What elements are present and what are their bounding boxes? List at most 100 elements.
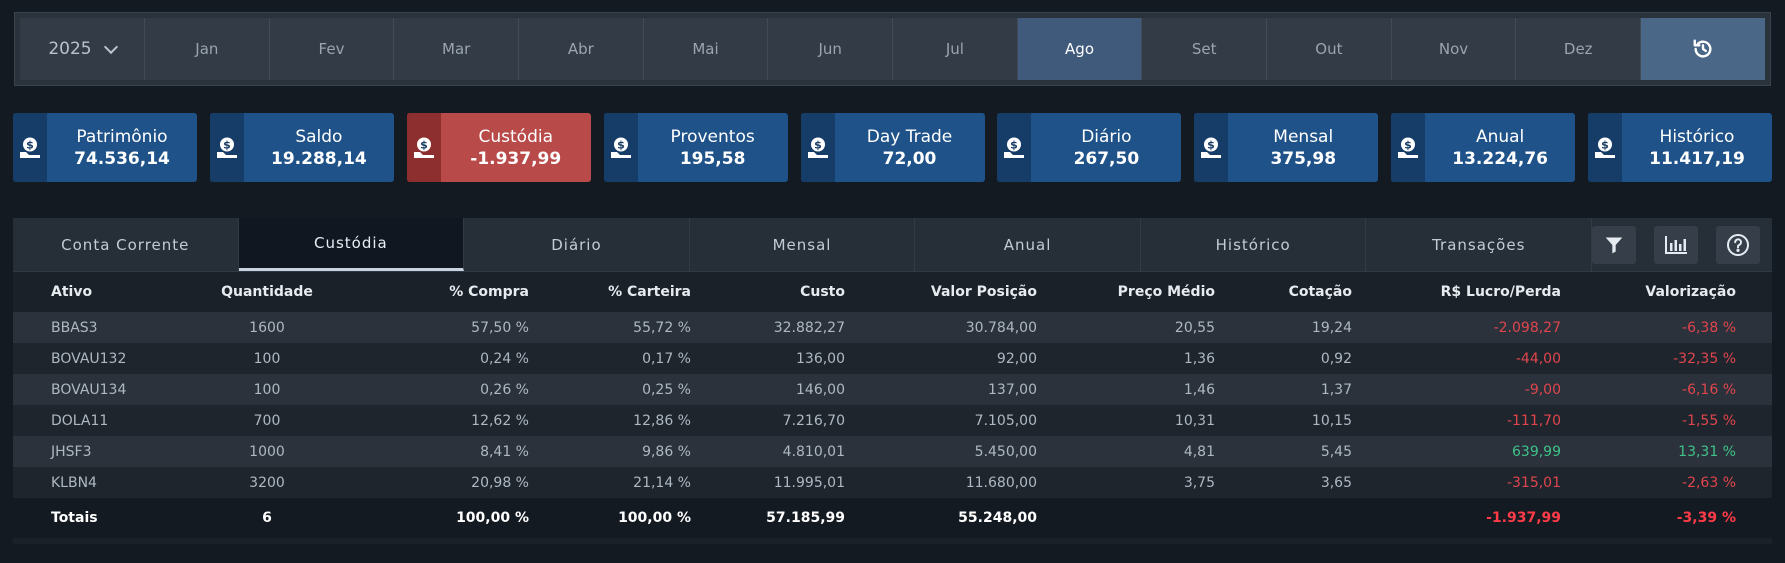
card-label: Custódia: [478, 126, 554, 147]
card-day-trade[interactable]: $ Day Trade 72,00: [800, 113, 985, 182]
positions-table: Ativo Quantidade% Compra% Carteira Custo Va…: [13, 272, 1772, 538]
column-header[interactable]: Quantidade: [201, 272, 333, 312]
period-selector: 2025 Jan Fev Mar Abr Mai Jun Jul Ago Set Out Nov De…: [14, 12, 1771, 86]
filter-button[interactable]: [1592, 225, 1637, 264]
table-row[interactable]: DOLA11 700 12,62 % 12,86 % 7.216,70 7.105,00 1…: [13, 405, 1772, 436]
column-header[interactable]: Cotação: [1215, 272, 1352, 312]
history-button[interactable]: [1641, 18, 1766, 80]
card-custodia[interactable]: $ Custódia -1.937,99: [406, 113, 591, 182]
column-header[interactable]: Valorização: [1561, 272, 1772, 312]
card-saldo[interactable]: $ Saldo 19.288,14: [209, 113, 394, 182]
tab-anual[interactable]: Anual: [915, 218, 1141, 271]
month-dez[interactable]: Dez: [1516, 18, 1642, 80]
column-header[interactable]: Ativo: [13, 272, 201, 312]
card-proventos[interactable]: $ Proventos 195,58: [603, 113, 788, 182]
month-set[interactable]: Set: [1142, 18, 1268, 80]
table-cell: 0,26 %: [333, 374, 529, 405]
totals-cell: [1037, 498, 1215, 538]
chevron-down-icon: [103, 39, 118, 55]
column-header[interactable]: Custo: [691, 272, 845, 312]
column-header[interactable]: % Carteira: [529, 272, 691, 312]
table-cell: 5.450,00: [845, 436, 1037, 467]
svg-text:$: $: [223, 138, 231, 151]
table-row[interactable]: BOVAU134 100 0,26 % 0,25 % 146,00 137,00 1,46 1…: [13, 374, 1772, 405]
tab-mensal[interactable]: Mensal: [690, 218, 916, 271]
tab-conta-corrente[interactable]: Conta Corrente: [13, 218, 239, 271]
card-value: 195,58: [679, 148, 746, 169]
card-diario[interactable]: $ Diário 267,50: [997, 113, 1182, 182]
chart-button[interactable]: [1654, 225, 1699, 264]
card-patrimonio[interactable]: $ Patrimônio 74.536,14: [13, 113, 197, 182]
table-cell: 7.216,70: [691, 405, 845, 436]
table-cell: 1,46: [1037, 374, 1215, 405]
month-out[interactable]: Out: [1267, 18, 1392, 80]
card-text: Day Trade 72,00: [835, 113, 985, 182]
table-cell: -2.098,27: [1352, 312, 1561, 343]
tab-transacoes[interactable]: Transações: [1366, 218, 1593, 271]
card-text: Histórico 11.417,19: [1622, 113, 1772, 182]
month-jun[interactable]: Jun: [768, 18, 894, 80]
tab-historico[interactable]: Histórico: [1141, 218, 1367, 271]
card-label: Histórico: [1659, 126, 1735, 147]
table-cell: BOVAU134: [13, 374, 201, 405]
totals-cell: 100,00 %: [529, 498, 691, 538]
table-cell: 4,81: [1037, 436, 1215, 467]
tab-custodia[interactable]: Custódia: [238, 218, 465, 271]
card-historico[interactable]: $ Histórico 11.417,19: [1588, 113, 1772, 182]
table-cell: 92,00: [845, 343, 1037, 374]
tab-diario[interactable]: Diário: [464, 218, 690, 271]
money-hand-icon: $: [997, 113, 1032, 182]
table-cell: -6,38 %: [1561, 312, 1772, 343]
money-hand-icon: $: [1194, 113, 1229, 182]
help-button[interactable]: [1716, 225, 1761, 264]
table-cell: 57,50 %: [333, 312, 529, 343]
month-abr[interactable]: Abr: [519, 18, 644, 80]
month-row: 2025 Jan Fev Mar Abr Mai Jun Jul Ago Set Out Nov De…: [20, 18, 1766, 80]
month-nov[interactable]: Nov: [1391, 18, 1517, 80]
table-cell: 1,36: [1037, 343, 1215, 374]
column-header[interactable]: Valor Posição: [845, 272, 1037, 312]
year-select[interactable]: 2025: [20, 18, 145, 80]
card-mensal[interactable]: $ Mensal 375,98: [1194, 113, 1379, 182]
card-text: Saldo 19.288,14: [244, 113, 394, 182]
table-cell: 639,99: [1352, 436, 1561, 467]
month-jan[interactable]: Jan: [145, 18, 270, 80]
table-row[interactable]: BBAS3 1600 57,50 % 55,72 % 32.882,27 30.784,0…: [13, 312, 1772, 343]
month-fev[interactable]: Fev: [269, 18, 395, 80]
column-header[interactable]: Preço Médio: [1037, 272, 1215, 312]
summary-cards: $ Patrimônio 74.536,14 $ Saldo 19.288,14 $ Cust…: [13, 113, 1772, 182]
month-mar[interactable]: Mar: [394, 18, 520, 80]
table-row[interactable]: JHSF3 1000 8,41 % 9,86 % 4.810,01 5.450,00 4,8…: [13, 436, 1772, 467]
table-cell: 4.810,01: [691, 436, 845, 467]
table-cell: 9,86 %: [529, 436, 691, 467]
totals-cell: 6: [201, 498, 333, 538]
month-ago[interactable]: Ago: [1017, 18, 1143, 80]
column-header[interactable]: % Compra: [333, 272, 529, 312]
month-mai[interactable]: Mai: [643, 18, 769, 80]
totals-cell: -3,39 %: [1561, 498, 1772, 538]
card-text: Patrimônio 74.536,14: [47, 113, 197, 182]
table-row[interactable]: BOVAU132 100 0,24 % 0,17 % 136,00 92,00 1,36 0,…: [13, 343, 1772, 374]
table-cell: 700: [201, 405, 333, 436]
month-jul[interactable]: Jul: [893, 18, 1018, 80]
table-cell: -6,16 %: [1561, 374, 1772, 405]
card-text: Diário 267,50: [1031, 113, 1181, 182]
table-cell: 3200: [201, 467, 333, 498]
svg-text:$: $: [1207, 138, 1215, 151]
table-cell: 100: [201, 374, 333, 405]
card-value: -1.937,99: [470, 148, 562, 169]
table-tools: [1592, 218, 1772, 271]
card-value: 11.417,19: [1649, 148, 1745, 169]
table-row[interactable]: KLBN4 3200 20,98 % 21,14 % 11.995,01 11.680,0…: [13, 467, 1772, 498]
table-cell: 0,24 %: [333, 343, 529, 374]
card-label: Anual: [1475, 126, 1525, 147]
table-cell: 20,55: [1037, 312, 1215, 343]
totals-cell: Totais: [13, 498, 201, 538]
table-cell: 0,17 %: [529, 343, 691, 374]
svg-text:$: $: [420, 138, 428, 151]
table-cell: 0,25 %: [529, 374, 691, 405]
column-header[interactable]: R$ Lucro/Perda: [1352, 272, 1561, 312]
card-anual[interactable]: $ Anual 13.224,76: [1391, 113, 1576, 182]
svg-text:$: $: [814, 138, 822, 151]
table-cell: 1600: [201, 312, 333, 343]
